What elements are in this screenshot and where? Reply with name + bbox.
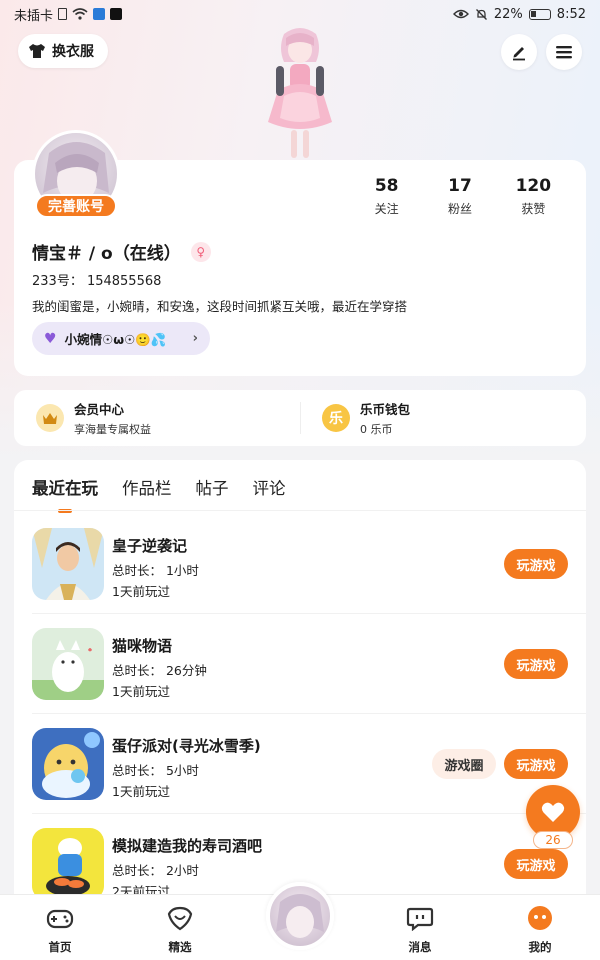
- member-center-entry[interactable]: 会员中心 享海量专属权益: [14, 399, 300, 437]
- stat-followers[interactable]: 17 粉丝: [423, 176, 496, 217]
- avatar-portrait-icon: [276, 894, 324, 938]
- wallet-title: 乐币钱包: [360, 402, 411, 417]
- eye-icon: [452, 9, 469, 19]
- game-duration: 总时长： 5小时: [112, 763, 199, 778]
- change-outfit-label: 换衣服: [52, 44, 94, 60]
- heart-shield-icon: [167, 906, 193, 931]
- game-icon-sushi-bar[interactable]: [32, 828, 104, 900]
- coin-icon: 乐: [322, 404, 350, 432]
- game-row[interactable]: 蛋仔派对(寻光冰雪季) 总时长： 5小时 1天前玩过 游戏圈 玩游戏: [14, 714, 586, 814]
- nav-messages[interactable]: 消息: [380, 905, 460, 955]
- stat-label: 粉丝: [447, 202, 472, 216]
- stat-label: 关注: [374, 202, 399, 216]
- play-game-button[interactable]: 玩游戏: [504, 749, 568, 779]
- tabs-divider: [14, 510, 586, 511]
- hamburger-icon: [556, 46, 572, 59]
- bestie-chip[interactable]: ♥ 小婉情☉ω☉🙂💦 ›: [32, 322, 210, 355]
- profile-tabs: 最近在玩 作品栏 帖子 评论: [32, 475, 286, 513]
- profile-face-icon: [528, 906, 552, 930]
- nav-label: 我的: [528, 940, 552, 954]
- game-name: 猫咪物语: [112, 637, 173, 655]
- member-center-subtitle: 享海量专属权益: [74, 423, 151, 436]
- nav-home[interactable]: 首页: [20, 905, 100, 955]
- clock-time: 8:52: [556, 6, 586, 22]
- game-icon-cat[interactable]: [32, 628, 104, 700]
- game-last-played: 1天前玩过: [112, 584, 170, 599]
- like-count: 26: [533, 831, 573, 849]
- mute-bell-icon: [475, 8, 487, 20]
- game-duration: 总时长： 26分钟: [112, 663, 207, 678]
- username-row: 情宝＃ / o（在线） ♀: [32, 239, 211, 264]
- heart-icon: [541, 802, 565, 822]
- crown-icon: [36, 404, 64, 432]
- game-last-played: 1天前玩过: [112, 784, 170, 799]
- avatar-character-figure[interactable]: [250, 26, 350, 160]
- status-bar: 未插卡 22% 8:52: [0, 0, 600, 28]
- game-last-played: 1天前玩过: [112, 684, 170, 699]
- game-duration: 总时长： 1小时: [112, 563, 199, 578]
- tiktok-icon: [110, 8, 123, 20]
- edit-profile-button[interactable]: [501, 34, 537, 70]
- play-game-button[interactable]: 玩游戏: [504, 549, 568, 579]
- wallet-balance: 0 乐币: [360, 423, 393, 436]
- carrier-text: 未插卡: [14, 8, 54, 24]
- app-notification-icon: [93, 8, 106, 20]
- wifi-icon: [72, 8, 88, 20]
- game-row[interactable]: 皇子逆袭记 总时长： 1小时 1天前玩过 玩游戏: [14, 514, 586, 614]
- game-icon-prince[interactable]: [32, 528, 104, 600]
- battery-percent: 22%: [493, 6, 523, 22]
- game-name: 皇子逆袭记: [112, 537, 188, 555]
- shirt-icon: [29, 44, 45, 58]
- gamepad-icon: [46, 909, 74, 929]
- game-name: 模拟建造我的寿司酒吧: [112, 837, 263, 855]
- tab-posts[interactable]: 帖子: [196, 475, 229, 499]
- nav-label: 消息: [408, 940, 432, 954]
- user-bio: 我的闺蜜是，小婉晴，和安逸，这段时间抓紧互关哦，最近在学穿搭: [32, 299, 408, 314]
- game-icon-eggy-party[interactable]: [32, 728, 104, 800]
- user-id: 233号： 154855568: [32, 274, 162, 289]
- wallet-entry[interactable]: 乐 乐币钱包 0 乐币: [300, 399, 586, 437]
- profile-stats: 58 关注 17 粉丝 120 获赞: [350, 176, 570, 217]
- stat-following[interactable]: 58 关注: [350, 176, 423, 217]
- pen-icon: [513, 47, 525, 61]
- nav-mine[interactable]: 我的: [500, 905, 580, 955]
- battery-icon: [528, 8, 551, 20]
- chat-icon: [406, 907, 434, 932]
- game-row[interactable]: 猫咪物语 总时长： 26分钟 1天前玩过 玩游戏: [14, 614, 586, 714]
- tab-recently-played[interactable]: 最近在玩: [32, 475, 98, 513]
- chevron-right-icon: ›: [192, 331, 198, 346]
- nav-featured[interactable]: 精选: [140, 905, 220, 955]
- tab-works[interactable]: 作品栏: [122, 475, 172, 499]
- divider: [300, 402, 301, 434]
- female-gender-icon: ♀: [190, 241, 211, 262]
- nav-label: 精选: [168, 940, 192, 954]
- stat-label: 获赞: [521, 202, 546, 216]
- menu-button[interactable]: [546, 34, 582, 70]
- play-game-button[interactable]: 玩游戏: [504, 849, 568, 879]
- stat-number: 17: [448, 176, 472, 196]
- game-duration: 总时长： 2小时: [112, 863, 199, 878]
- member-wallet-card: 会员中心 享海量专属权益 乐 乐币钱包 0 乐币: [14, 390, 586, 446]
- recent-games-card: 最近在玩 作品栏 帖子 评论 皇子逆袭记 总时长： 1小时 1天前玩过 玩游戏: [14, 460, 586, 920]
- bestie-name: 小婉情☉ω☉🙂💦: [64, 332, 167, 347]
- change-outfit-button[interactable]: 换衣服: [18, 34, 108, 68]
- game-circle-button[interactable]: 游戏圈: [432, 749, 496, 779]
- nav-center-avatar[interactable]: [266, 882, 334, 950]
- stat-likes[interactable]: 120 获赞: [497, 176, 570, 217]
- stat-number: 120: [515, 176, 552, 196]
- tab-comments[interactable]: 评论: [253, 475, 286, 499]
- member-center-title: 会员中心: [74, 402, 125, 417]
- complete-account-badge[interactable]: 完善账号: [35, 194, 117, 218]
- play-game-button[interactable]: 玩游戏: [504, 649, 568, 679]
- nav-label: 首页: [48, 940, 72, 954]
- game-name: 蛋仔派对(寻光冰雪季): [112, 737, 261, 755]
- stat-number: 58: [374, 176, 399, 196]
- purple-heart-icon: ♥: [44, 330, 57, 347]
- sim-icon: [58, 8, 68, 20]
- username: 情宝＃ / o（在线）: [32, 244, 181, 264]
